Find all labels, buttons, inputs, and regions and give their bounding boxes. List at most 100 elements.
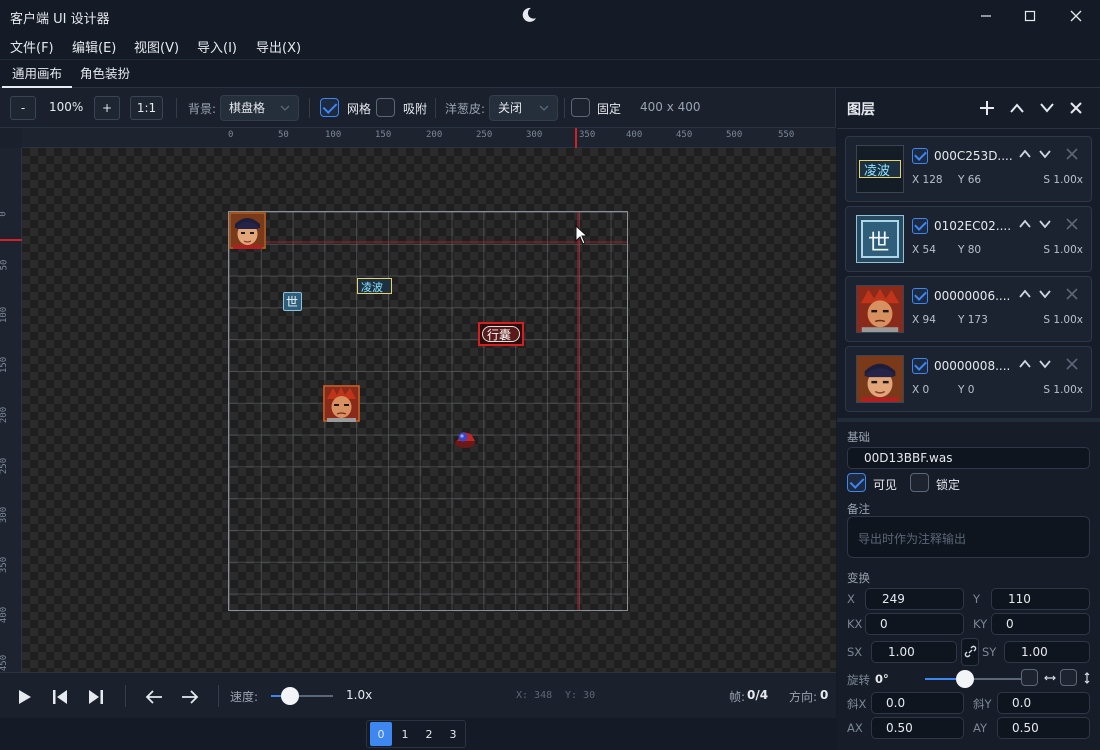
skip-back-icon[interactable] — [52, 689, 68, 705]
tab-character-dressup[interactable]: 角色装扮 — [70, 60, 140, 88]
chevron-down-icon[interactable] — [1037, 216, 1053, 232]
chevron-up-icon[interactable] — [1017, 356, 1033, 372]
editor-area: - 100% + 1:1 背景: 棋盘格 网格 吸附 洋葱皮: 关闭 固定 40… — [0, 88, 836, 718]
skip-forward-icon[interactable] — [88, 689, 104, 705]
speed-knob[interactable] — [280, 687, 299, 705]
ky-field[interactable]: 0 — [991, 613, 1090, 635]
flip-horizontal-checkbox[interactable] — [1021, 669, 1038, 686]
rotation-slider[interactable] — [925, 670, 1021, 688]
toolbar-divider — [435, 98, 436, 118]
layer-item[interactable]: 凌波 000C253D.... X 128 Y 66 S 1.00x — [845, 136, 1092, 202]
reset-zoom-button[interactable]: 1:1 — [130, 96, 163, 120]
chevron-up-icon[interactable] — [1017, 146, 1033, 162]
play-icon[interactable] — [18, 689, 32, 705]
fixed-checkbox[interactable] — [571, 98, 590, 117]
mouse-cursor-icon — [575, 225, 589, 245]
chevron-down-icon[interactable] — [1037, 356, 1053, 372]
lock-label: 锁定 — [936, 478, 961, 492]
menu-file[interactable]: 文件(F) — [10, 37, 54, 56]
sy-field[interactable]: 1.00 — [1004, 641, 1090, 663]
chevron-up-icon[interactable] — [1009, 101, 1025, 115]
lock-checkbox[interactable] — [910, 473, 929, 492]
delete-icon[interactable] — [1064, 216, 1080, 232]
sprite-face-portrait-a[interactable] — [229, 212, 266, 249]
chevron-down-icon[interactable] — [1039, 101, 1055, 115]
frame-button-1[interactable]: 1 — [394, 722, 416, 746]
close-window-button[interactable] — [1053, 0, 1099, 32]
zoom-in-button[interactable]: + — [94, 96, 120, 120]
menu-import[interactable]: 导入(I) — [197, 37, 237, 56]
note-placeholder: 导出时作为注释输出 — [858, 532, 967, 546]
chevron-down-icon[interactable] — [1037, 286, 1053, 302]
x-field[interactable]: 249 — [865, 588, 964, 610]
visible-checkbox[interactable] — [847, 473, 866, 492]
menu-export[interactable]: 导出(X) — [256, 37, 301, 56]
ruler-tick-label: 50 — [278, 130, 289, 140]
layer-item[interactable]: 00000008.... X 0 Y 0 S 1.00x — [845, 346, 1092, 412]
maximize-button[interactable] — [1007, 0, 1053, 32]
arrow-right-icon[interactable] — [181, 689, 199, 705]
tab-general-canvas[interactable]: 通用画布 — [2, 60, 73, 88]
menu-view[interactable]: 视图(V) — [134, 37, 179, 56]
skew-x-field[interactable]: 0.0 — [871, 692, 964, 714]
grid-checkbox[interactable] — [320, 98, 339, 117]
chevron-up-icon[interactable] — [1017, 286, 1033, 302]
layer-visible-checkbox[interactable] — [912, 218, 928, 234]
frame-button-0[interactable]: 0 — [370, 722, 392, 746]
anchor-x-field[interactable]: 0.50 — [871, 717, 964, 739]
close-icon[interactable] — [1069, 101, 1083, 115]
ruler-tick-label: 250 — [0, 457, 10, 475]
delete-icon[interactable] — [1064, 146, 1080, 162]
cursor-x-readout: X: 348 — [516, 690, 553, 701]
chevron-up-icon[interactable] — [1017, 216, 1033, 232]
background-select[interactable]: 棋盘格 — [220, 95, 299, 121]
flip-vertical-checkbox[interactable] — [1060, 669, 1077, 686]
delete-icon[interactable] — [1064, 356, 1080, 372]
rotation-knob[interactable] — [956, 670, 974, 688]
guide-horizontal — [229, 241, 627, 243]
link-icon — [964, 645, 977, 658]
sprite-world-badge[interactable]: 世 — [283, 292, 302, 311]
layer-item[interactable]: 世 0102EC02.... X 54 Y 80 S 1.00x — [845, 206, 1092, 272]
snap-checkbox[interactable] — [376, 98, 395, 117]
snap-label: 吸附 — [403, 102, 428, 116]
frame-button-3[interactable]: 3 — [442, 722, 464, 746]
menu-edit[interactable]: 编辑(E) — [72, 37, 116, 56]
file-name-field[interactable]: 00D13BBF.was — [847, 447, 1090, 469]
ruler-tick-label: 200 — [426, 130, 443, 140]
anchor-y-field[interactable]: 0.50 — [997, 717, 1090, 739]
sprite-bag-button[interactable]: 行囊 — [478, 322, 524, 346]
speed-slider[interactable] — [271, 687, 333, 705]
sprite-lingbo-label[interactable]: 凌波 — [357, 278, 392, 294]
onion-skin-select[interactable]: 关闭 — [489, 95, 558, 121]
layer-scale: S 1.00x — [1043, 314, 1083, 326]
skew-y-field[interactable]: 0.0 — [997, 692, 1090, 714]
kx-field[interactable]: 0 — [865, 613, 964, 635]
frame-button-2[interactable]: 2 — [418, 722, 440, 746]
layer-visible-checkbox[interactable] — [912, 148, 928, 164]
character-sprite-icon[interactable] — [451, 426, 479, 450]
moon-icon[interactable] — [520, 6, 538, 24]
canvas-viewport[interactable]: 世 凌波 行囊 — [22, 148, 836, 672]
layer-thumbnail: 世 — [856, 215, 904, 263]
ruler-tick-label: 450 — [676, 130, 693, 140]
layer-visible-checkbox[interactable] — [912, 288, 928, 304]
y-field[interactable]: 110 — [991, 588, 1090, 610]
link-scale-button[interactable] — [961, 638, 979, 666]
direction-value: 0 — [820, 688, 829, 702]
panel-splitter[interactable] — [837, 418, 1100, 422]
layer-item[interactable]: 00000006.... X 94 Y 173 S 1.00x — [845, 276, 1092, 342]
x-label: X — [847, 592, 855, 606]
delete-icon[interactable] — [1064, 286, 1080, 302]
layer-visible-checkbox[interactable] — [912, 358, 928, 374]
note-field[interactable]: 导出时作为注释输出 — [847, 516, 1090, 558]
zoom-out-button[interactable]: - — [10, 96, 36, 120]
add-icon[interactable] — [979, 100, 995, 116]
arrow-left-icon[interactable] — [145, 689, 163, 705]
minimize-button[interactable] — [963, 0, 1009, 32]
chevron-down-icon[interactable] — [1037, 146, 1053, 162]
sprite-face-portrait-b[interactable] — [323, 385, 360, 422]
app-title: 客户端 UI 设计器 — [10, 12, 110, 27]
sx-field[interactable]: 1.00 — [871, 641, 957, 663]
canvas-stage[interactable]: 世 凌波 行囊 — [228, 211, 628, 611]
